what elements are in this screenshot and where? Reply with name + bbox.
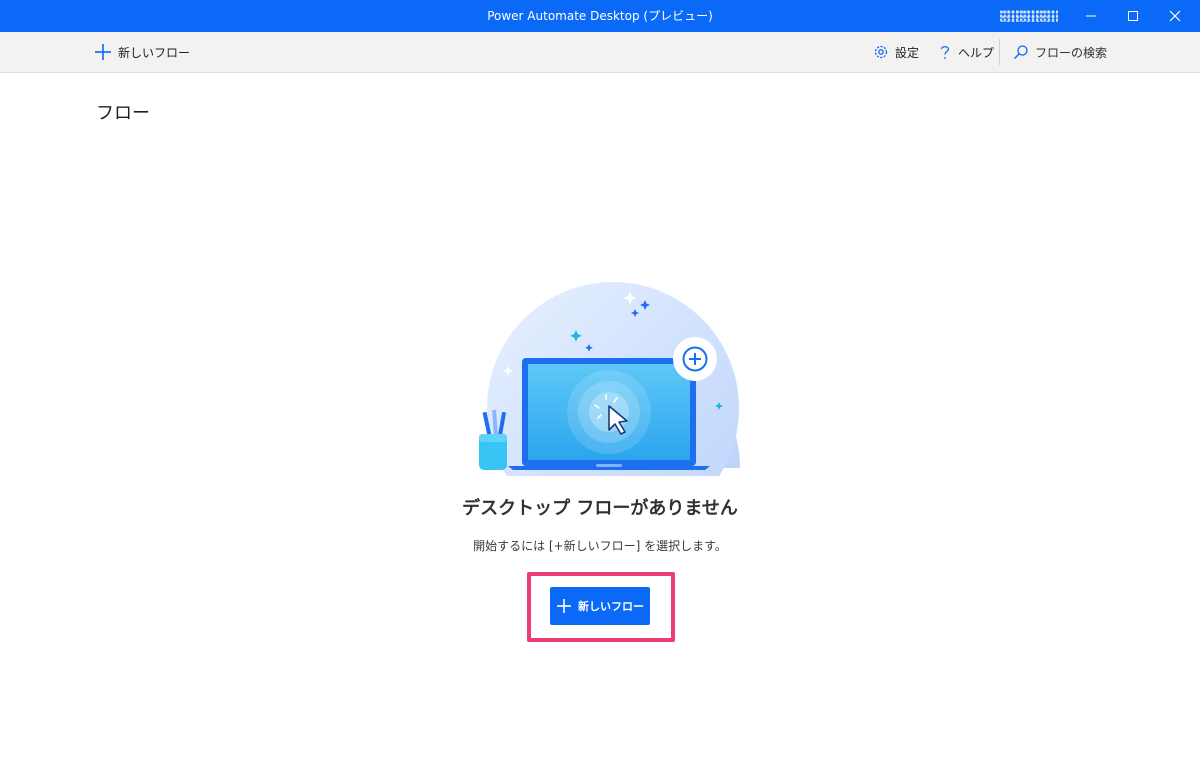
search-placeholder: フローの検索 [1035,45,1108,60]
command-bar: 新しいフロー 設定 ヘルプ フローの検索 [0,32,1200,73]
page-title: フロー [96,103,150,124]
empty-state-subtext: 開始するには [+新しいフロー] を選択します。 [473,539,727,553]
close-icon [1169,10,1181,22]
minimize-icon [1086,15,1096,17]
question-icon [938,44,952,60]
account-name-obscured[interactable] [1000,10,1058,22]
minimize-button[interactable] [1072,0,1110,32]
search-flows-input[interactable]: フローの検索 [1013,32,1107,72]
close-button[interactable] [1156,0,1194,32]
search-icon [1013,44,1029,60]
title-bar: Power Automate Desktop (プレビュー) [0,0,1200,32]
plus-icon [556,598,572,614]
settings-label: 設定 [895,45,920,60]
pencil-cup-icon [479,409,507,470]
help-label: ヘルプ [958,45,995,60]
plus-icon [94,43,112,61]
maximize-icon [1128,11,1138,21]
settings-button[interactable]: 設定 [873,32,919,72]
add-badge-icon [673,337,717,381]
help-button[interactable]: ヘルプ [938,32,994,72]
new-flow-toolbar-button[interactable]: 新しいフロー [94,32,190,72]
empty-state-heading: デスクトップ フローがありません [462,498,738,519]
new-flow-button[interactable]: 新しいフロー [550,587,650,625]
gear-icon [873,44,889,60]
toolbar-divider [999,39,1000,65]
empty-state-illustration [472,278,742,476]
new-flow-button-label: 新しいフロー [578,600,644,613]
new-flow-toolbar-label: 新しいフロー [118,45,191,60]
maximize-button[interactable] [1114,0,1152,32]
